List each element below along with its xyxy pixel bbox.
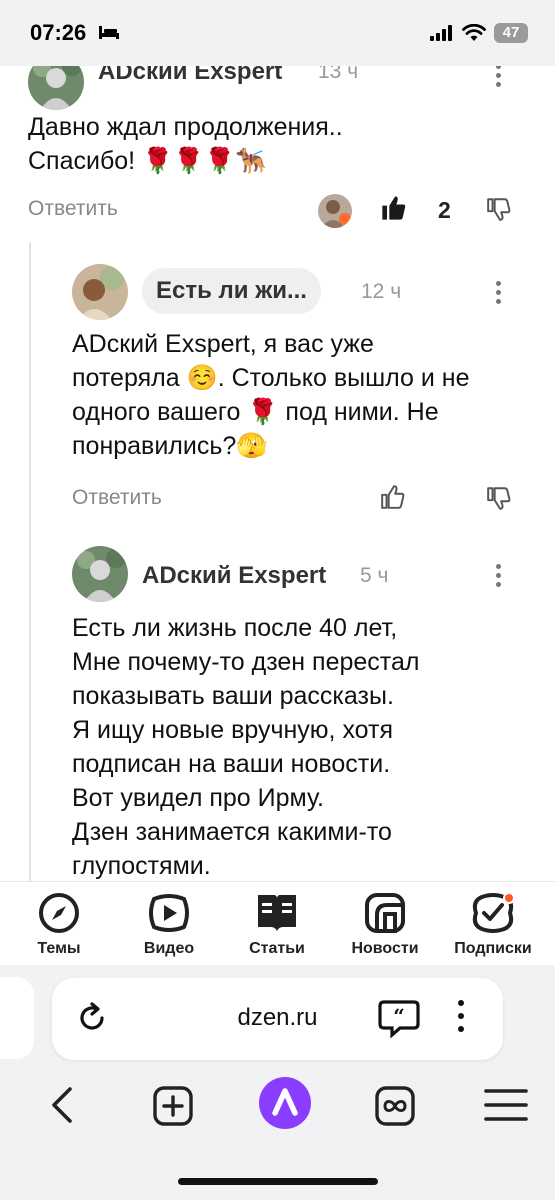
comment-age: 5 ч [360, 564, 389, 587]
reply-button[interactable]: Ответить [72, 486, 162, 510]
sleep-mode-icon [99, 26, 119, 39]
more-options-icon[interactable] [496, 564, 502, 591]
compass-icon [39, 893, 79, 933]
avatar[interactable] [72, 546, 128, 602]
tab-news[interactable]: Новости [333, 890, 437, 958]
address-bar[interactable]: dzen.ru “ [52, 978, 503, 1060]
new-tab-icon[interactable] [152, 1085, 194, 1127]
dislike-icon[interactable] [486, 196, 512, 222]
comment-text: Давно ждал продолжения.. Спасибо! 🌹🌹🌹🐕‍🦺 [28, 113, 343, 175]
reader-mode-icon[interactable]: “ [378, 1000, 420, 1038]
tab-label: Видео [143, 940, 195, 957]
more-options-icon[interactable] [496, 281, 502, 308]
avatar[interactable] [28, 66, 84, 110]
bottom-tab-bar: Темы Видео Статьи Новости Подписки [0, 881, 555, 965]
home-indicator[interactable] [178, 1178, 378, 1185]
reply-button[interactable]: Ответить [28, 197, 118, 221]
avatar[interactable] [72, 264, 128, 320]
like-icon[interactable] [380, 484, 406, 510]
battery-level: 47 [494, 23, 528, 43]
comment-age: 12 ч [361, 280, 402, 303]
comment-author[interactable]: Есть ли жи... [142, 268, 321, 314]
dislike-icon[interactable] [486, 485, 512, 511]
status-bar: 07:26 47 [0, 0, 555, 66]
thread-line [29, 242, 31, 881]
news-icon [365, 893, 405, 933]
video-play-icon [149, 894, 189, 932]
url-text[interactable]: dzen.ru [52, 1004, 503, 1032]
like-count: 2 [438, 197, 451, 223]
hamburger-menu-icon[interactable] [484, 1085, 528, 1125]
tabs-overview-icon[interactable] [374, 1085, 416, 1127]
comment-author[interactable]: ADский Exspert [142, 562, 326, 590]
cellular-signal-icon [430, 25, 452, 41]
wifi-icon [462, 24, 486, 41]
tab-label: Подписки [454, 940, 532, 957]
tab-subscriptions[interactable]: Подписки [441, 890, 545, 958]
articles-icon [258, 895, 296, 931]
back-icon[interactable] [48, 1085, 78, 1125]
tab-label: Статьи [249, 940, 305, 957]
status-time: 07:26 [30, 20, 87, 45]
tab-label: Темы [37, 940, 81, 957]
svg-text:“: “ [393, 1004, 405, 1028]
tab-topics[interactable]: Темы [7, 890, 111, 958]
tab-articles[interactable]: Статьи [225, 890, 329, 958]
tab-video[interactable]: Видео [117, 890, 221, 958]
comment-author[interactable]: ADский Exspert [98, 66, 282, 86]
notification-badge [503, 892, 515, 904]
previous-tab-card[interactable] [0, 977, 34, 1059]
browser-menu-icon[interactable] [458, 1000, 464, 1036]
comment-text: ADский Exspert, я вас уже потеряла ☺️. С… [72, 330, 470, 460]
more-options-icon[interactable] [496, 66, 502, 91]
liker-avatar [318, 194, 352, 228]
comment-text: Есть ли жизнь после 40 лет, Мне почему-т… [72, 614, 420, 880]
comment-age: 13 ч [318, 66, 359, 83]
browser-toolbar: dzen.ru “ [0, 965, 555, 1200]
comments-list[interactable]: ADский Exspert 13 ч Давно ждал продолжен… [0, 66, 555, 881]
alice-assistant-icon[interactable] [257, 1075, 313, 1131]
tab-label: Новости [351, 940, 419, 957]
like-filled-icon[interactable] [380, 194, 408, 222]
